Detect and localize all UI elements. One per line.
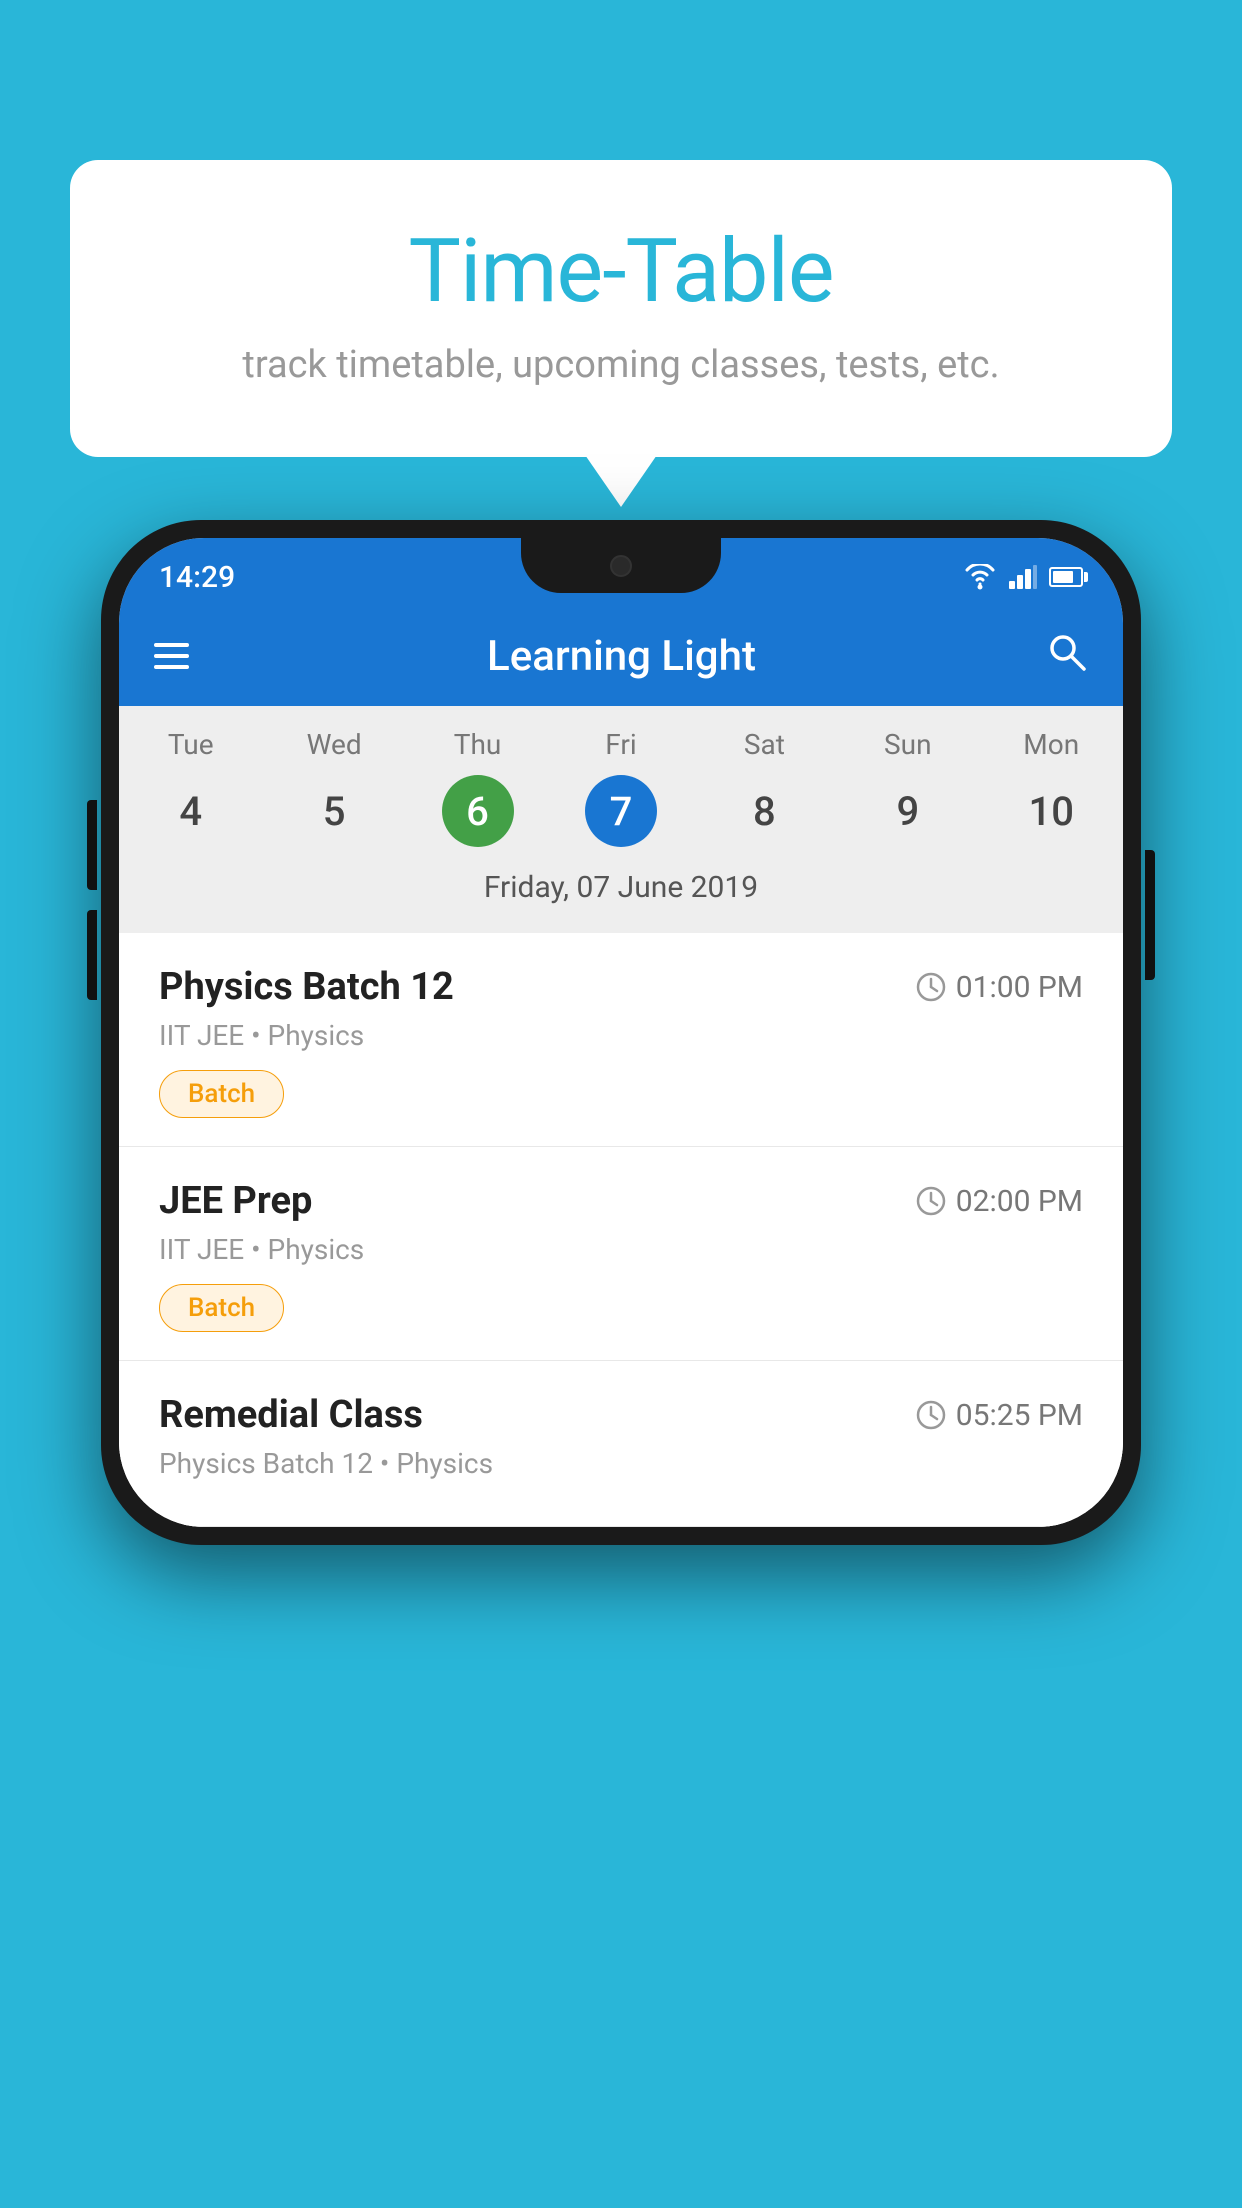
day-number-6[interactable]: 10 bbox=[1015, 775, 1087, 847]
day-col-sun[interactable]: Sun 9 bbox=[836, 728, 979, 847]
phone-notch bbox=[521, 538, 721, 593]
day-name-2: Thu bbox=[406, 728, 549, 761]
class-item-0[interactable]: Physics Batch 12 01:00 PM IIT JEE • Physi… bbox=[119, 933, 1123, 1147]
day-number-2[interactable]: 6 bbox=[442, 775, 514, 847]
clock-icon bbox=[916, 972, 946, 1002]
phone-mockup: 14:29 bbox=[101, 520, 1141, 1545]
volume-down-button bbox=[87, 910, 97, 1000]
menu-button[interactable] bbox=[154, 643, 189, 669]
phone-outer: 14:29 bbox=[101, 520, 1141, 1545]
volume-up-button bbox=[87, 800, 97, 890]
status-time: 14:29 bbox=[159, 560, 235, 595]
day-name-0: Tue bbox=[119, 728, 262, 761]
day-name-5: Sun bbox=[836, 728, 979, 761]
day-col-tue[interactable]: Tue 4 bbox=[119, 728, 262, 847]
class-title-2: Remedial Class bbox=[159, 1393, 423, 1437]
bubble-title: Time-Table bbox=[150, 220, 1092, 323]
day-number-3[interactable]: 7 bbox=[585, 775, 657, 847]
class-item-2[interactable]: Remedial Class 05:25 PM Physics Batch 12 … bbox=[119, 1361, 1123, 1527]
day-number-1[interactable]: 5 bbox=[298, 775, 370, 847]
day-col-wed[interactable]: Wed 5 bbox=[262, 728, 405, 847]
class-subtitle-0: IIT JEE • Physics bbox=[159, 1019, 1083, 1052]
days-row: Tue 4 Wed 5 Thu 6 Fri 7 Sat 8 Sun 9 Mon 10 bbox=[119, 706, 1123, 852]
batch-badge-1: Batch bbox=[159, 1284, 284, 1332]
battery-icon bbox=[1049, 567, 1083, 587]
clock-icon bbox=[916, 1186, 946, 1216]
clock-icon bbox=[916, 1400, 946, 1430]
selected-date: Friday, 07 June 2019 bbox=[119, 852, 1123, 925]
class-subtitle-1: IIT JEE • Physics bbox=[159, 1233, 1083, 1266]
day-number-4[interactable]: 8 bbox=[728, 775, 800, 847]
batch-badge-0: Batch bbox=[159, 1070, 284, 1118]
phone-screen: 14:29 bbox=[119, 538, 1123, 1527]
class-title-0: Physics Batch 12 bbox=[159, 965, 454, 1009]
class-time-0: 01:00 PM bbox=[916, 970, 1083, 1005]
day-name-4: Sat bbox=[693, 728, 836, 761]
day-col-fri[interactable]: Fri 7 bbox=[549, 728, 692, 847]
class-time-2: 05:25 PM bbox=[916, 1398, 1083, 1433]
class-time-1: 02:00 PM bbox=[916, 1184, 1083, 1219]
class-item-1[interactable]: JEE Prep 02:00 PM IIT JEE • Physics Batch bbox=[119, 1147, 1123, 1361]
front-camera bbox=[610, 555, 632, 577]
day-col-sat[interactable]: Sat 8 bbox=[693, 728, 836, 847]
power-button bbox=[1145, 850, 1155, 980]
day-name-6: Mon bbox=[980, 728, 1123, 761]
calendar-section: Tue 4 Wed 5 Thu 6 Fri 7 Sat 8 Sun 9 Mon 10 Friday, 07… bbox=[119, 706, 1123, 933]
signal-icon bbox=[1009, 565, 1037, 589]
day-number-5[interactable]: 9 bbox=[872, 775, 944, 847]
day-col-thu[interactable]: Thu 6 bbox=[406, 728, 549, 847]
search-button[interactable] bbox=[1044, 629, 1088, 684]
day-name-3: Fri bbox=[549, 728, 692, 761]
day-col-mon[interactable]: Mon 10 bbox=[980, 728, 1123, 847]
class-subtitle-2: Physics Batch 12 • Physics bbox=[159, 1447, 1083, 1480]
class-list: Physics Batch 12 01:00 PM IIT JEE • Physi… bbox=[119, 933, 1123, 1527]
wifi-icon bbox=[963, 564, 997, 590]
app-toolbar: Learning Light bbox=[119, 606, 1123, 706]
day-number-0[interactable]: 4 bbox=[155, 775, 227, 847]
status-icons bbox=[963, 564, 1083, 590]
bubble-subtitle: track timetable, upcoming classes, tests… bbox=[150, 343, 1092, 387]
app-title: Learning Light bbox=[229, 632, 1014, 681]
class-title-1: JEE Prep bbox=[159, 1179, 312, 1223]
day-name-1: Wed bbox=[262, 728, 405, 761]
speech-bubble-card: Time-Table track timetable, upcoming cla… bbox=[70, 160, 1172, 457]
